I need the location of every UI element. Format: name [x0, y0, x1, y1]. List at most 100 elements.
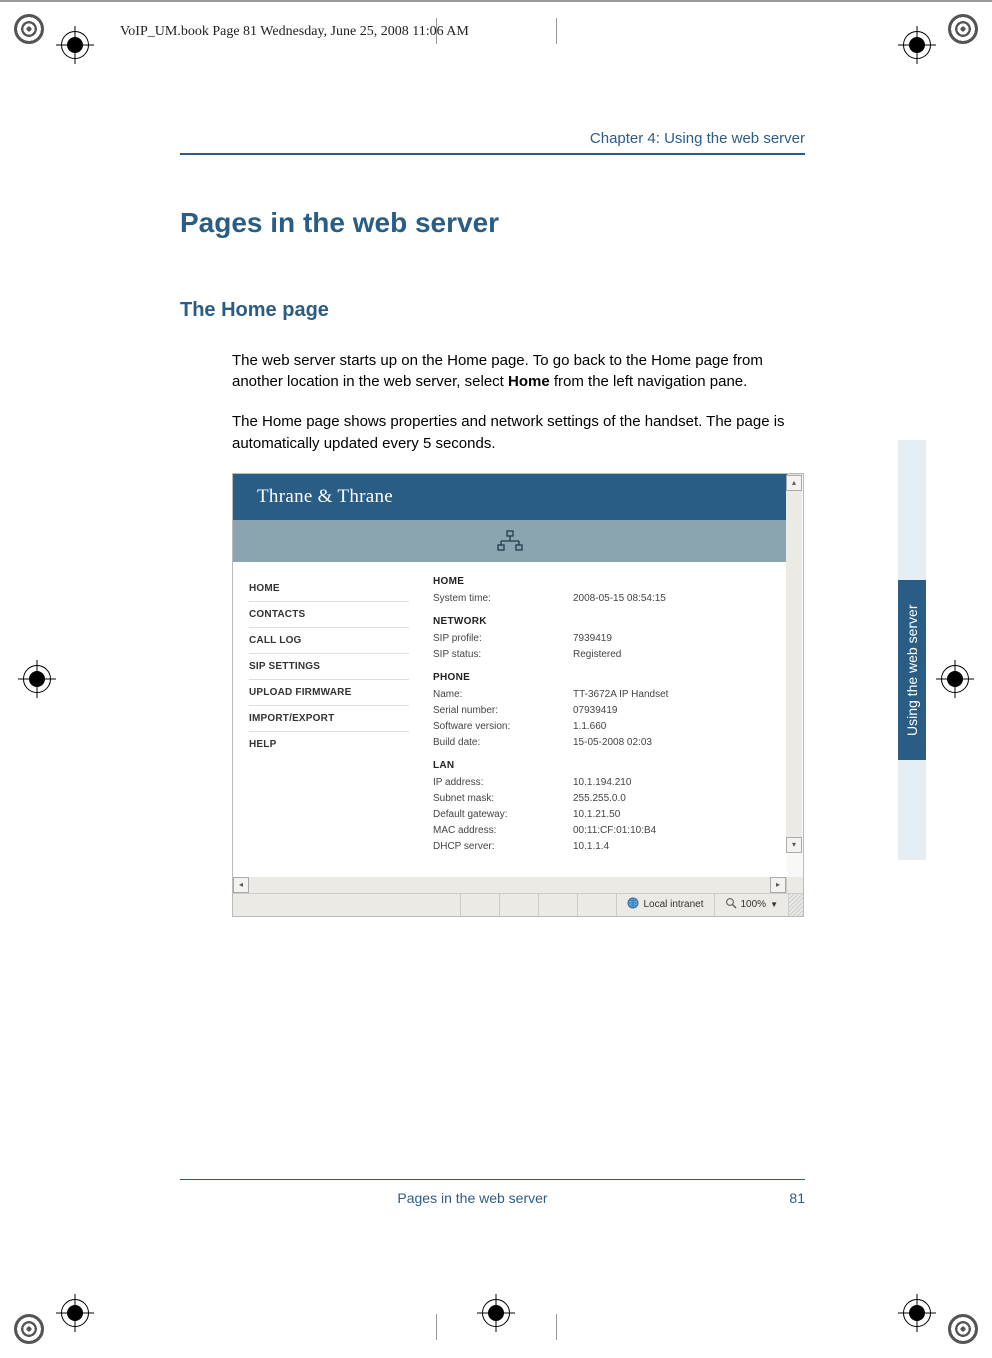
screenshot-row-label: IP address:	[433, 777, 573, 788]
thumb-tab-light	[898, 440, 926, 580]
screenshot-data-row: Build date:15-05-2008 02:03	[433, 737, 771, 748]
screenshot-row-value: 1.1.660	[573, 721, 771, 732]
screenshot-data-row: Subnet mask:255.255.0.0	[433, 793, 771, 804]
screenshot-nav-item[interactable]: SIP SETTINGS	[249, 654, 409, 680]
scroll-down-icon[interactable]: ▾	[786, 837, 802, 853]
status-zone-label: Local intranet	[643, 899, 703, 910]
screenshot-data-row: Software version:1.1.660	[433, 721, 771, 732]
screenshot-section-title: HOME	[433, 576, 771, 587]
screenshot-row-label: SIP profile:	[433, 633, 573, 644]
screenshot-data-row: SIP status:Registered	[433, 649, 771, 660]
crop-target-icon	[936, 660, 974, 698]
thumb-tab: Using the web server	[898, 580, 926, 760]
screenshot-data-row: Serial number:07939419	[433, 705, 771, 716]
screenshot-row-label: Default gateway:	[433, 809, 573, 820]
screenshot-nav-item[interactable]: IMPORT/EXPORT	[249, 706, 409, 732]
scroll-left-icon[interactable]: ◂	[233, 877, 249, 893]
screenshot-nav-item[interactable]: HELP	[249, 732, 409, 757]
crop-target-icon	[898, 1294, 936, 1332]
screenshot-data-row: MAC address:00:11:CF:01:10:B4	[433, 825, 771, 836]
screenshot-data-row: System time:2008-05-15 08:54:15	[433, 593, 771, 604]
footer-page-number: 81	[765, 1190, 805, 1206]
screenshot-data-row: Default gateway:10.1.21.50	[433, 809, 771, 820]
screenshot-banner	[233, 520, 787, 562]
chevron-down-icon: ▼	[770, 900, 778, 909]
screenshot-row-label: Subnet mask:	[433, 793, 573, 804]
screenshot-section-title: LAN	[433, 760, 771, 771]
screenshot-row-label: Build date:	[433, 737, 573, 748]
crop-target-icon	[477, 1294, 515, 1332]
screenshot-data-row: IP address:10.1.194.210	[433, 777, 771, 788]
screenshot-sidebar: HOMECONTACTSCALL LOGSIP SETTINGSUPLOAD F…	[233, 562, 417, 877]
screenshot-row-value: 2008-05-15 08:54:15	[573, 593, 771, 604]
screenshot-section-title: NETWORK	[433, 616, 771, 627]
screenshot-nav-item[interactable]: CONTACTS	[249, 602, 409, 628]
page-title: Pages in the web server	[180, 207, 805, 239]
status-cell	[577, 894, 616, 916]
screenshot-data-row: SIP profile:7939419	[433, 633, 771, 644]
screenshot-row-value: 7939419	[573, 633, 771, 644]
screenshot-data-row: Name:TT-3672A IP Handset	[433, 689, 771, 700]
screenshot-main: HOME System time:2008-05-15 08:54:15 NETWO…	[417, 562, 787, 877]
screenshot-row-value: 00:11:CF:01:10:B4	[573, 825, 771, 836]
registration-mark-icon	[948, 14, 978, 44]
scroll-up-icon[interactable]: ▴	[786, 475, 802, 491]
screenshot-nav-item[interactable]: CALL LOG	[249, 628, 409, 654]
resize-grip-icon[interactable]	[788, 894, 803, 916]
thumb-tab-label: Using the web server	[904, 604, 920, 736]
status-zoom-label: 100%	[741, 899, 767, 910]
status-cell	[499, 894, 538, 916]
globe-icon	[627, 897, 639, 912]
registration-mark-icon	[948, 1314, 978, 1344]
status-cell	[538, 894, 577, 916]
crop-target-icon	[56, 1294, 94, 1332]
screenshot-row-label: SIP status:	[433, 649, 573, 660]
chapter-rule	[180, 153, 805, 155]
screenshot-section-title: PHONE	[433, 672, 771, 683]
zoom-icon	[725, 897, 737, 912]
screenshot-data-row: DHCP server:10.1.1.4	[433, 841, 771, 852]
page-footer: Pages in the web server 81	[180, 1179, 805, 1207]
thumb-tab-light	[898, 760, 926, 860]
screenshot-row-label: MAC address:	[433, 825, 573, 836]
screenshot-row-label: Name:	[433, 689, 573, 700]
embedded-screenshot: Thrane & Thrane	[232, 473, 804, 917]
screenshot-row-value: 10.1.1.4	[573, 841, 771, 852]
scroll-right-icon[interactable]: ▸	[770, 877, 786, 893]
status-zone: Local intranet	[616, 894, 713, 916]
chapter-label: Chapter 4: Using the web server	[180, 130, 805, 147]
status-zoom[interactable]: 100% ▼	[714, 894, 789, 916]
paragraph-text: The Home page shows properties and netwo…	[232, 411, 805, 455]
scrollbar-corner	[786, 877, 803, 893]
network-icon	[496, 530, 524, 552]
crop-target-icon	[56, 26, 94, 64]
screenshot-row-value: 255.255.0.0	[573, 793, 771, 804]
screenshot-nav-item[interactable]: HOME	[249, 576, 409, 602]
body-text: The web server starts up on the Home pag…	[232, 350, 805, 455]
paragraph-text: from the left navigation pane.	[550, 373, 748, 390]
vertical-scrollbar[interactable]: ▴ ▾	[786, 475, 802, 853]
document-meta-header: VoIP_UM.book Page 81 Wednesday, June 25,…	[120, 24, 469, 40]
crop-target-icon	[898, 26, 936, 64]
footer-text: Pages in the web server	[180, 1190, 765, 1206]
section-title: The Home page	[180, 299, 805, 322]
screenshot-nav-item[interactable]: UPLOAD FIRMWARE	[249, 680, 409, 706]
screenshot-row-label: System time:	[433, 593, 573, 604]
screenshot-row-value: 10.1.194.210	[573, 777, 771, 788]
screenshot-row-value: 10.1.21.50	[573, 809, 771, 820]
screenshot-statusbar: Local intranet 100% ▼	[233, 893, 803, 916]
registration-mark-icon	[14, 14, 44, 44]
screenshot-brand-header: Thrane & Thrane	[233, 474, 787, 520]
horizontal-scrollbar[interactable]: ◂ ▸	[233, 877, 803, 893]
screenshot-row-label: Software version:	[433, 721, 573, 732]
screenshot-row-value: 15-05-2008 02:03	[573, 737, 771, 748]
crop-target-icon	[18, 660, 56, 698]
screenshot-row-value: 07939419	[573, 705, 771, 716]
screenshot-row-label: DHCP server:	[433, 841, 573, 852]
paragraph-bold: Home	[508, 373, 550, 390]
registration-mark-icon	[14, 1314, 44, 1344]
screenshot-row-value: Registered	[573, 649, 771, 660]
status-cell	[460, 894, 499, 916]
screenshot-row-value: TT-3672A IP Handset	[573, 689, 771, 700]
screenshot-row-label: Serial number:	[433, 705, 573, 716]
